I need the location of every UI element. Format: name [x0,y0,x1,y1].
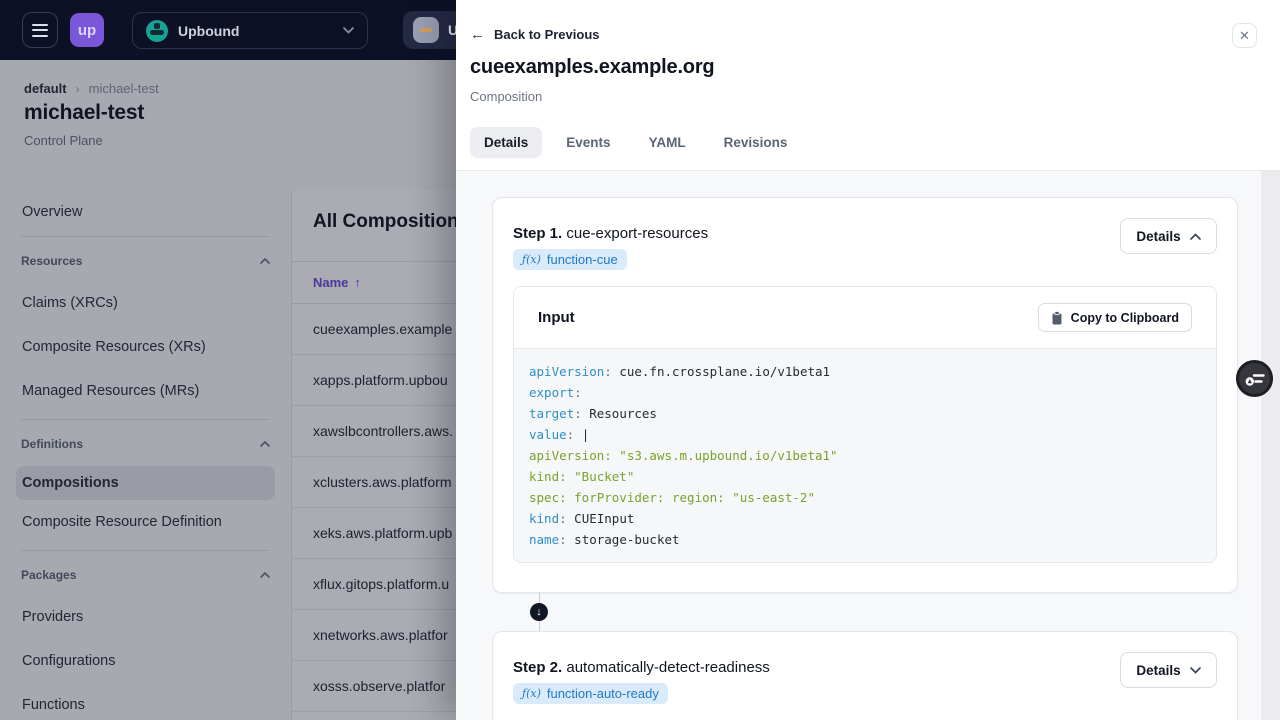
code-line: target: Resources [529,406,657,421]
function-badge: ƒ(x) function-auto-ready [513,683,668,704]
code-line: apiVersion: "s3.aws.m.upbound.io/v1beta1… [529,448,838,463]
function-badge: ƒ(x) function-cue [513,249,627,270]
close-icon[interactable]: ✕ [1232,23,1257,48]
details-toggle-button[interactable]: Details [1120,652,1217,688]
code-line: apiVersion: cue.fn.crossplane.io/v1beta1 [529,364,831,379]
step-name: cue-export-resources [566,225,709,242]
arrow-left-icon: ← [470,26,485,43]
back-to-previous-link[interactable]: ← Back to Previous [470,27,600,42]
copy-to-clipboard-button[interactable]: Copy to Clipboard [1037,303,1192,332]
scrollbar[interactable] [1261,171,1280,720]
input-card: Input Copy to Clipboard apiVersion: cue.… [513,286,1217,563]
tab-events[interactable]: Events [552,127,624,158]
function-icon: ƒ(x) [522,687,541,700]
input-card-title: Input [538,309,575,326]
step-name: automatically-detect-readiness [566,659,770,676]
code-line: kind: "Bucket" [529,469,635,484]
details-toggle-button[interactable]: Details [1120,218,1217,254]
step-number: Step 2. [513,659,563,676]
tab-details[interactable]: Details [470,127,543,158]
feedback-widget-button[interactable] [1236,360,1273,397]
panel-subtitle: Composition [470,89,543,104]
code-line: export: [529,385,582,400]
tab-yaml[interactable]: YAML [635,127,700,158]
panel-scroll-area[interactable]: Step 1. cue-export-resources ƒ(x) functi… [456,170,1280,720]
copy-button-label: Copy to Clipboard [1070,310,1179,325]
pipeline-step-card-2: Step 2. automatically-detect-readiness ƒ… [492,631,1238,720]
pipeline-connector: ↓ [530,593,548,631]
composition-detail-panel: ← Back to Previous ✕ cueexamples.example… [456,0,1280,720]
chevron-down-icon [343,27,354,34]
org-avatar-icon [146,19,168,42]
tab-revisions[interactable]: Revisions [710,127,802,158]
function-badge-label: function-auto-ready [546,686,659,701]
function-badge-label: function-cue [546,252,618,267]
arrow-down-icon: ↓ [530,603,548,621]
chevron-down-icon [1189,666,1201,674]
code-line: kind: CUEInput [529,511,635,526]
org-selector[interactable]: Upbound [132,12,368,49]
step-title: Step 2. automatically-detect-readiness [513,659,770,676]
panel-tabs: Details Events YAML Revisions [470,127,801,158]
step-number: Step 1. [513,225,563,242]
feedback-icon [1245,373,1265,386]
code-block: apiVersion: cue.fn.crossplane.io/v1beta1… [514,349,1216,562]
upbound-logo[interactable]: up [70,13,104,47]
details-button-label: Details [1136,662,1181,678]
function-icon: ƒ(x) [522,253,541,266]
code-line: spec: forProvider: region: "us-east-2" [529,490,815,505]
step-title: Step 1. cue-export-resources [513,225,708,242]
chevron-up-icon [1189,232,1201,240]
pipeline-step-card-1: Step 1. cue-export-resources ƒ(x) functi… [492,197,1238,593]
clipboard-icon [1052,310,1062,324]
details-button-label: Details [1136,228,1181,244]
menu-icon[interactable] [22,12,58,48]
code-line: value: | [529,427,590,442]
back-link-label: Back to Previous [494,27,600,42]
code-line: name: storage-bucket [529,532,680,547]
org-selector-label: Upbound [178,22,240,39]
control-plane-avatar-icon [413,17,439,43]
panel-title: cueexamples.example.org [470,56,715,78]
